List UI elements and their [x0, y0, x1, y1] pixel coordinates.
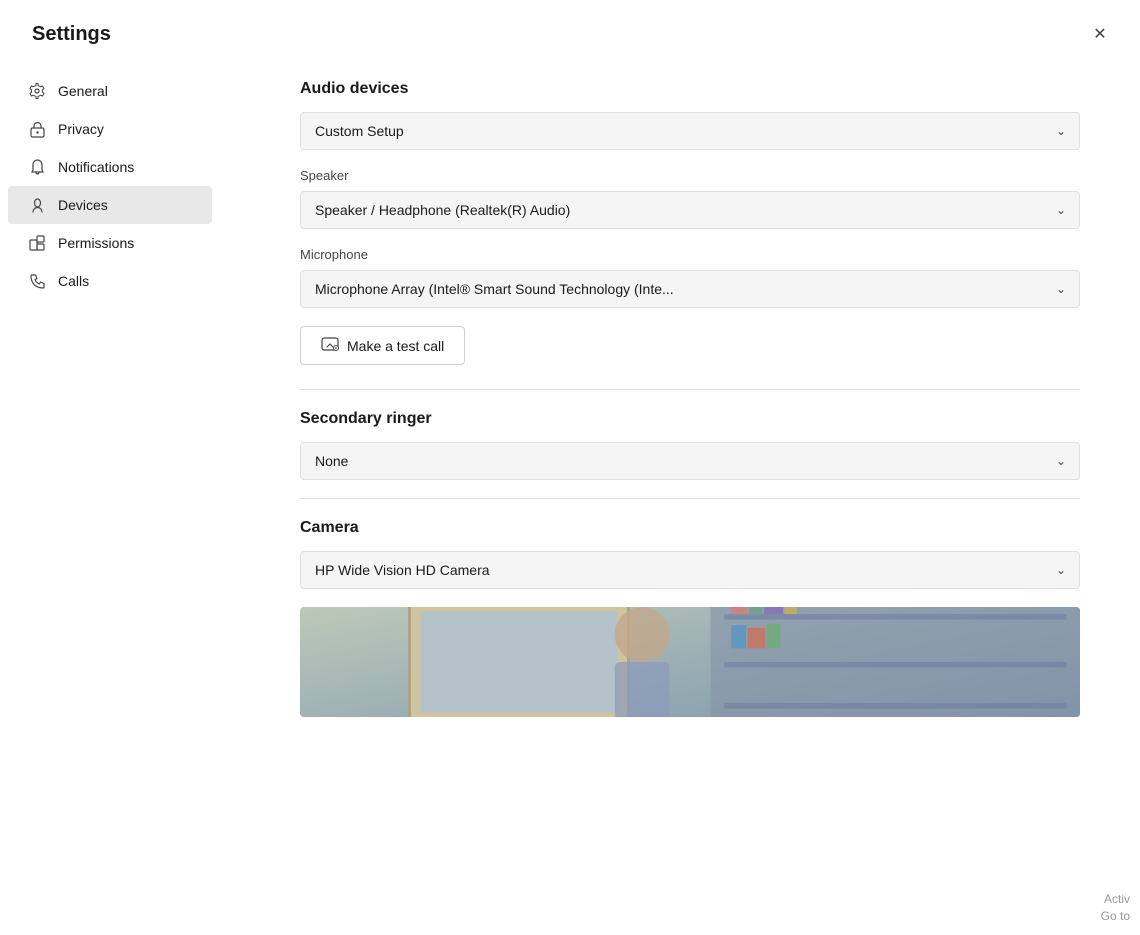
- secondary-ringer-select-wrapper: None ⌄: [300, 442, 1080, 480]
- window-title: Settings: [32, 23, 111, 46]
- sidebar-item-devices[interactable]: Devices: [8, 186, 212, 224]
- divider-2: [300, 498, 1080, 499]
- privacy-icon: [28, 120, 46, 138]
- sidebar-label-permissions: Permissions: [58, 235, 134, 251]
- audio-devices-select-wrapper: Custom Setup ⌄: [300, 112, 1080, 150]
- camera-section: Camera HP Wide Vision HD Camera ⌄: [300, 519, 1080, 717]
- audio-devices-title: Audio devices: [300, 80, 1080, 98]
- camera-select-wrapper: HP Wide Vision HD Camera ⌄: [300, 551, 1080, 589]
- sidebar-item-calls[interactable]: Calls: [8, 262, 212, 300]
- microphone-select-wrapper: Microphone Array (Intel® Smart Sound Tec…: [300, 270, 1080, 308]
- audio-devices-select[interactable]: Custom Setup: [300, 112, 1080, 150]
- microphone-label: Microphone: [300, 247, 1080, 262]
- devices-icon: [28, 196, 46, 214]
- watermark-line1: Activ: [1104, 892, 1130, 906]
- camera-select[interactable]: HP Wide Vision HD Camera: [300, 551, 1080, 589]
- microphone-select[interactable]: Microphone Array (Intel® Smart Sound Tec…: [300, 270, 1080, 308]
- main-content: Audio devices Custom Setup ⌄ Speaker Spe…: [220, 60, 1140, 935]
- divider-1: [300, 389, 1080, 390]
- test-call-button[interactable]: Make a test call: [300, 326, 465, 365]
- sidebar-item-privacy[interactable]: Privacy: [8, 110, 212, 148]
- camera-preview: [300, 607, 1080, 717]
- notifications-icon: [28, 158, 46, 176]
- sidebar-item-general[interactable]: General: [8, 72, 212, 110]
- camera-title: Camera: [300, 519, 1080, 537]
- sidebar-item-notifications[interactable]: Notifications: [8, 148, 212, 186]
- speaker-select-wrapper: Speaker / Headphone (Realtek(R) Audio) ⌄: [300, 191, 1080, 229]
- test-call-label: Make a test call: [347, 338, 444, 354]
- sidebar-label-privacy: Privacy: [58, 121, 104, 137]
- speaker-select[interactable]: Speaker / Headphone (Realtek(R) Audio): [300, 191, 1080, 229]
- sidebar-label-calls: Calls: [58, 273, 89, 289]
- secondary-ringer-title: Secondary ringer: [300, 410, 1080, 428]
- sidebar-item-permissions[interactable]: Permissions: [8, 224, 212, 262]
- general-icon: [28, 82, 46, 100]
- secondary-ringer-section: Secondary ringer None ⌄: [300, 410, 1080, 480]
- settings-window: Settings ✕ General: [0, 0, 1140, 935]
- title-bar: Settings ✕: [0, 0, 1140, 60]
- watermark-line2: Go to: [1101, 909, 1130, 923]
- calls-icon: [28, 272, 46, 290]
- sidebar: General Privacy: [0, 60, 220, 935]
- sidebar-label-devices: Devices: [58, 197, 108, 213]
- audio-devices-section: Audio devices Custom Setup ⌄: [300, 80, 1080, 150]
- test-call-icon: [321, 337, 339, 354]
- sidebar-label-notifications: Notifications: [58, 159, 134, 175]
- secondary-ringer-select[interactable]: None: [300, 442, 1080, 480]
- microphone-section: Microphone Microphone Array (Intel® Smar…: [300, 247, 1080, 308]
- permissions-icon: [28, 234, 46, 252]
- speaker-section: Speaker Speaker / Headphone (Realtek(R) …: [300, 168, 1080, 229]
- watermark: Activ Go to: [1101, 891, 1130, 925]
- content-area: General Privacy: [0, 60, 1140, 935]
- sidebar-label-general: General: [58, 83, 108, 99]
- close-button[interactable]: ✕: [1084, 18, 1116, 50]
- speaker-label: Speaker: [300, 168, 1080, 183]
